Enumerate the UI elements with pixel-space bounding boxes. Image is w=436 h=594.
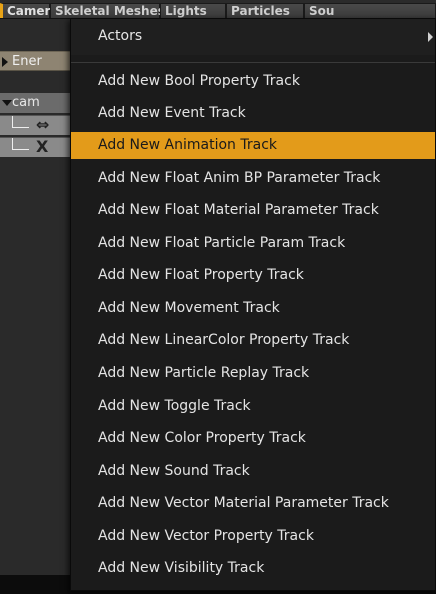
tab-cameras[interactable]: Cameras — [0, 3, 66, 18]
context-menu: Actors Add New Bool Property Track Add N… — [70, 18, 436, 591]
menu-item-linearcolor-property-track[interactable]: Add New LinearColor Property Track — [71, 324, 435, 356]
group-label: Ener — [12, 54, 42, 69]
tab-particles[interactable]: Particles — [226, 3, 304, 18]
menu-item-sound-track[interactable]: Add New Sound Track — [71, 455, 435, 487]
menu-item-float-anim-bp-parameter-track[interactable]: Add New Float Anim BP Parameter Track — [71, 162, 435, 194]
tree-branch-line — [12, 138, 29, 150]
menu-item-movement-track[interactable]: Add New Movement Track — [71, 292, 435, 324]
actors-submenu-item[interactable]: Actors — [71, 19, 435, 55]
toggle-track-icon: X — [36, 137, 49, 156]
expand-arrow-icon[interactable] — [2, 57, 8, 67]
menu-item-particle-replay-track[interactable]: Add New Particle Replay Track — [71, 357, 435, 389]
menu-item-bool-property-track[interactable]: Add New Bool Property Track — [71, 65, 435, 97]
tree-row-group[interactable]: Ener — [0, 51, 70, 71]
actors-submenu-label: Actors — [98, 28, 143, 44]
track-tree-panel: Ener cam ⇔ X — [0, 19, 70, 594]
menu-separator — [71, 62, 435, 63]
tab-sounds[interactable]: Sou — [304, 3, 436, 18]
tab-skeletal-meshes[interactable]: Skeletal Meshes — [50, 3, 165, 18]
menu-item-vector-material-parameter-track[interactable]: Add New Vector Material Parameter Track — [71, 487, 435, 519]
tab-bar: Cameras Skeletal Meshes Lights Particles… — [0, 0, 436, 19]
actor-label: cam — [12, 95, 40, 110]
menu-item-float-property-track[interactable]: Add New Float Property Track — [71, 259, 435, 291]
tree-branch-line — [12, 116, 29, 128]
menu-item-float-particle-param-track[interactable]: Add New Float Particle Param Track — [71, 227, 435, 259]
menu-item-color-property-track[interactable]: Add New Color Property Track — [71, 422, 435, 454]
menu-item-event-track[interactable]: Add New Event Track — [71, 97, 435, 129]
submenu-arrow-icon — [428, 32, 433, 42]
movement-track-icon: ⇔ — [36, 115, 50, 134]
tree-row-track[interactable]: X — [0, 137, 70, 157]
tree-row-actor[interactable]: cam — [0, 93, 70, 113]
menu-item-toggle-track[interactable]: Add New Toggle Track — [71, 390, 435, 422]
tab-lights[interactable]: Lights — [160, 3, 226, 18]
menu-item-animation-track[interactable]: Add New Animation Track — [71, 132, 435, 159]
collapse-arrow-icon[interactable] — [2, 100, 12, 106]
menu-item-vector-property-track[interactable]: Add New Vector Property Track — [71, 520, 435, 552]
menu-item-visibility-track[interactable]: Add New Visibility Track — [71, 552, 435, 584]
tree-row-track[interactable]: ⇔ — [0, 115, 70, 135]
menu-item-float-material-parameter-track[interactable]: Add New Float Material Parameter Track — [71, 194, 435, 226]
